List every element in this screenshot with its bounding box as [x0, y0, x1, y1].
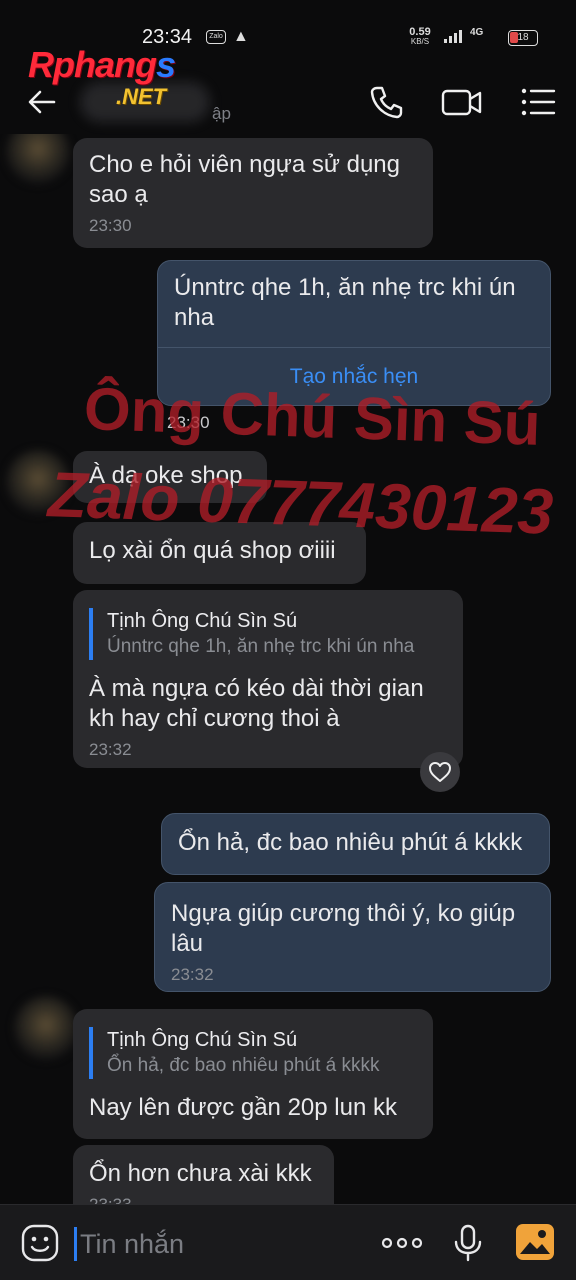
message-text: Nay lên được gần 20p lun kk [89, 1094, 397, 1121]
react-heart-button[interactable] [420, 752, 460, 792]
contact-avatar[interactable] [14, 996, 78, 1060]
quoted-sender: Tịnh Ông Chú Sìn Sú [107, 610, 298, 632]
message-time: 23:30 [89, 216, 132, 235]
contact-status: ập [212, 104, 231, 123]
zalo-notification-icon: Zalo [206, 30, 226, 44]
message-outgoing[interactable]: Ổn hả, đc bao nhiêu phút á kkkk [161, 813, 550, 875]
message-outgoing[interactable]: Únntrc qhe 1h, ăn nhẹ trc khi ún nha Tạo… [157, 260, 551, 406]
message-time: 23:32 [89, 740, 132, 759]
message-text: Ổn hơn chưa xài kkk [89, 1160, 312, 1187]
image-gallery-icon[interactable] [514, 1221, 556, 1263]
text-cursor [74, 1227, 77, 1261]
message-text: Cho e hỏi viên ngựa sử dụng sao ạ [89, 151, 401, 208]
message-text: Ngựa giúp cương thôi ý, ko giúp lâu [171, 900, 516, 957]
signal-icon [444, 30, 462, 43]
network-speed: 0.59 KB/S [409, 26, 431, 47]
message-time: 23:30 [159, 413, 219, 433]
network-type: 4G [470, 27, 484, 38]
message-text: À dạ oke shop [89, 462, 243, 489]
heart-icon [429, 762, 451, 782]
battery-icon: 18 [508, 30, 538, 46]
create-reminder-button[interactable]: Tạo nhắc hẹn [158, 347, 550, 405]
quoted-message[interactable]: Tịnh Ông Chú Sìn Sú Únntrc qhe 1h, ăn nh… [89, 608, 447, 660]
message-incoming-reply[interactable]: Tịnh Ông Chú Sìn Sú Únntrc qhe 1h, ăn nh… [73, 590, 463, 768]
message-time: 23:33 [89, 1195, 318, 1204]
microphone-icon[interactable] [448, 1223, 488, 1263]
quoted-text: Ổn hả, đc bao nhiêu phút á kkkk [107, 1055, 380, 1076]
message-input[interactable] [80, 1225, 350, 1263]
more-options-icon[interactable] [380, 1223, 424, 1263]
message-incoming[interactable]: Ổn hơn chưa xài kkk 23:33 [73, 1145, 334, 1204]
contact-avatar[interactable] [6, 450, 70, 514]
warning-icon: ▲ [233, 28, 249, 45]
message-input-bar [0, 1204, 576, 1280]
message-incoming[interactable]: Lọ xài ổn quá shop ơiiii [73, 522, 366, 584]
chat-message-list[interactable]: Cho e hỏi viên ngựa sử dụng sao ạ 23:30 … [0, 134, 576, 1204]
message-incoming[interactable]: À dạ oke shop [73, 451, 267, 503]
message-text: À mà ngựa có kéo dài thời gian kh hay ch… [89, 675, 424, 732]
rphangs-logo: Rphangs .NET [28, 44, 176, 109]
message-time: 23:32 [171, 965, 214, 984]
phone-icon[interactable] [366, 82, 406, 122]
quoted-text: Únntrc qhe 1h, ăn nhẹ trc khi ún nha [107, 636, 415, 657]
message-outgoing[interactable]: Ngựa giúp cương thôi ý, ko giúp lâu 23:3… [154, 882, 551, 992]
quoted-message[interactable]: Tịnh Ông Chú Sìn Sú Ổn hả, đc bao nhiêu … [89, 1027, 417, 1079]
message-text: Únntrc qhe 1h, ăn nhẹ trc khi ún nha [174, 274, 516, 331]
emoji-icon[interactable] [20, 1223, 60, 1263]
message-text: Ổn hả, đc bao nhiêu phút á kkkk [178, 829, 523, 856]
contact-avatar[interactable] [6, 134, 70, 184]
video-icon[interactable] [440, 82, 484, 122]
message-text: Lọ xài ổn quá shop ơiiii [89, 537, 336, 564]
menu-list-icon[interactable] [518, 82, 558, 122]
message-incoming[interactable]: Cho e hỏi viên ngựa sử dụng sao ạ 23:30 [73, 138, 433, 248]
message-incoming-reply[interactable]: Tịnh Ông Chú Sìn Sú Ổn hả, đc bao nhiêu … [73, 1009, 433, 1139]
quoted-sender: Tịnh Ông Chú Sìn Sú [107, 1029, 298, 1051]
